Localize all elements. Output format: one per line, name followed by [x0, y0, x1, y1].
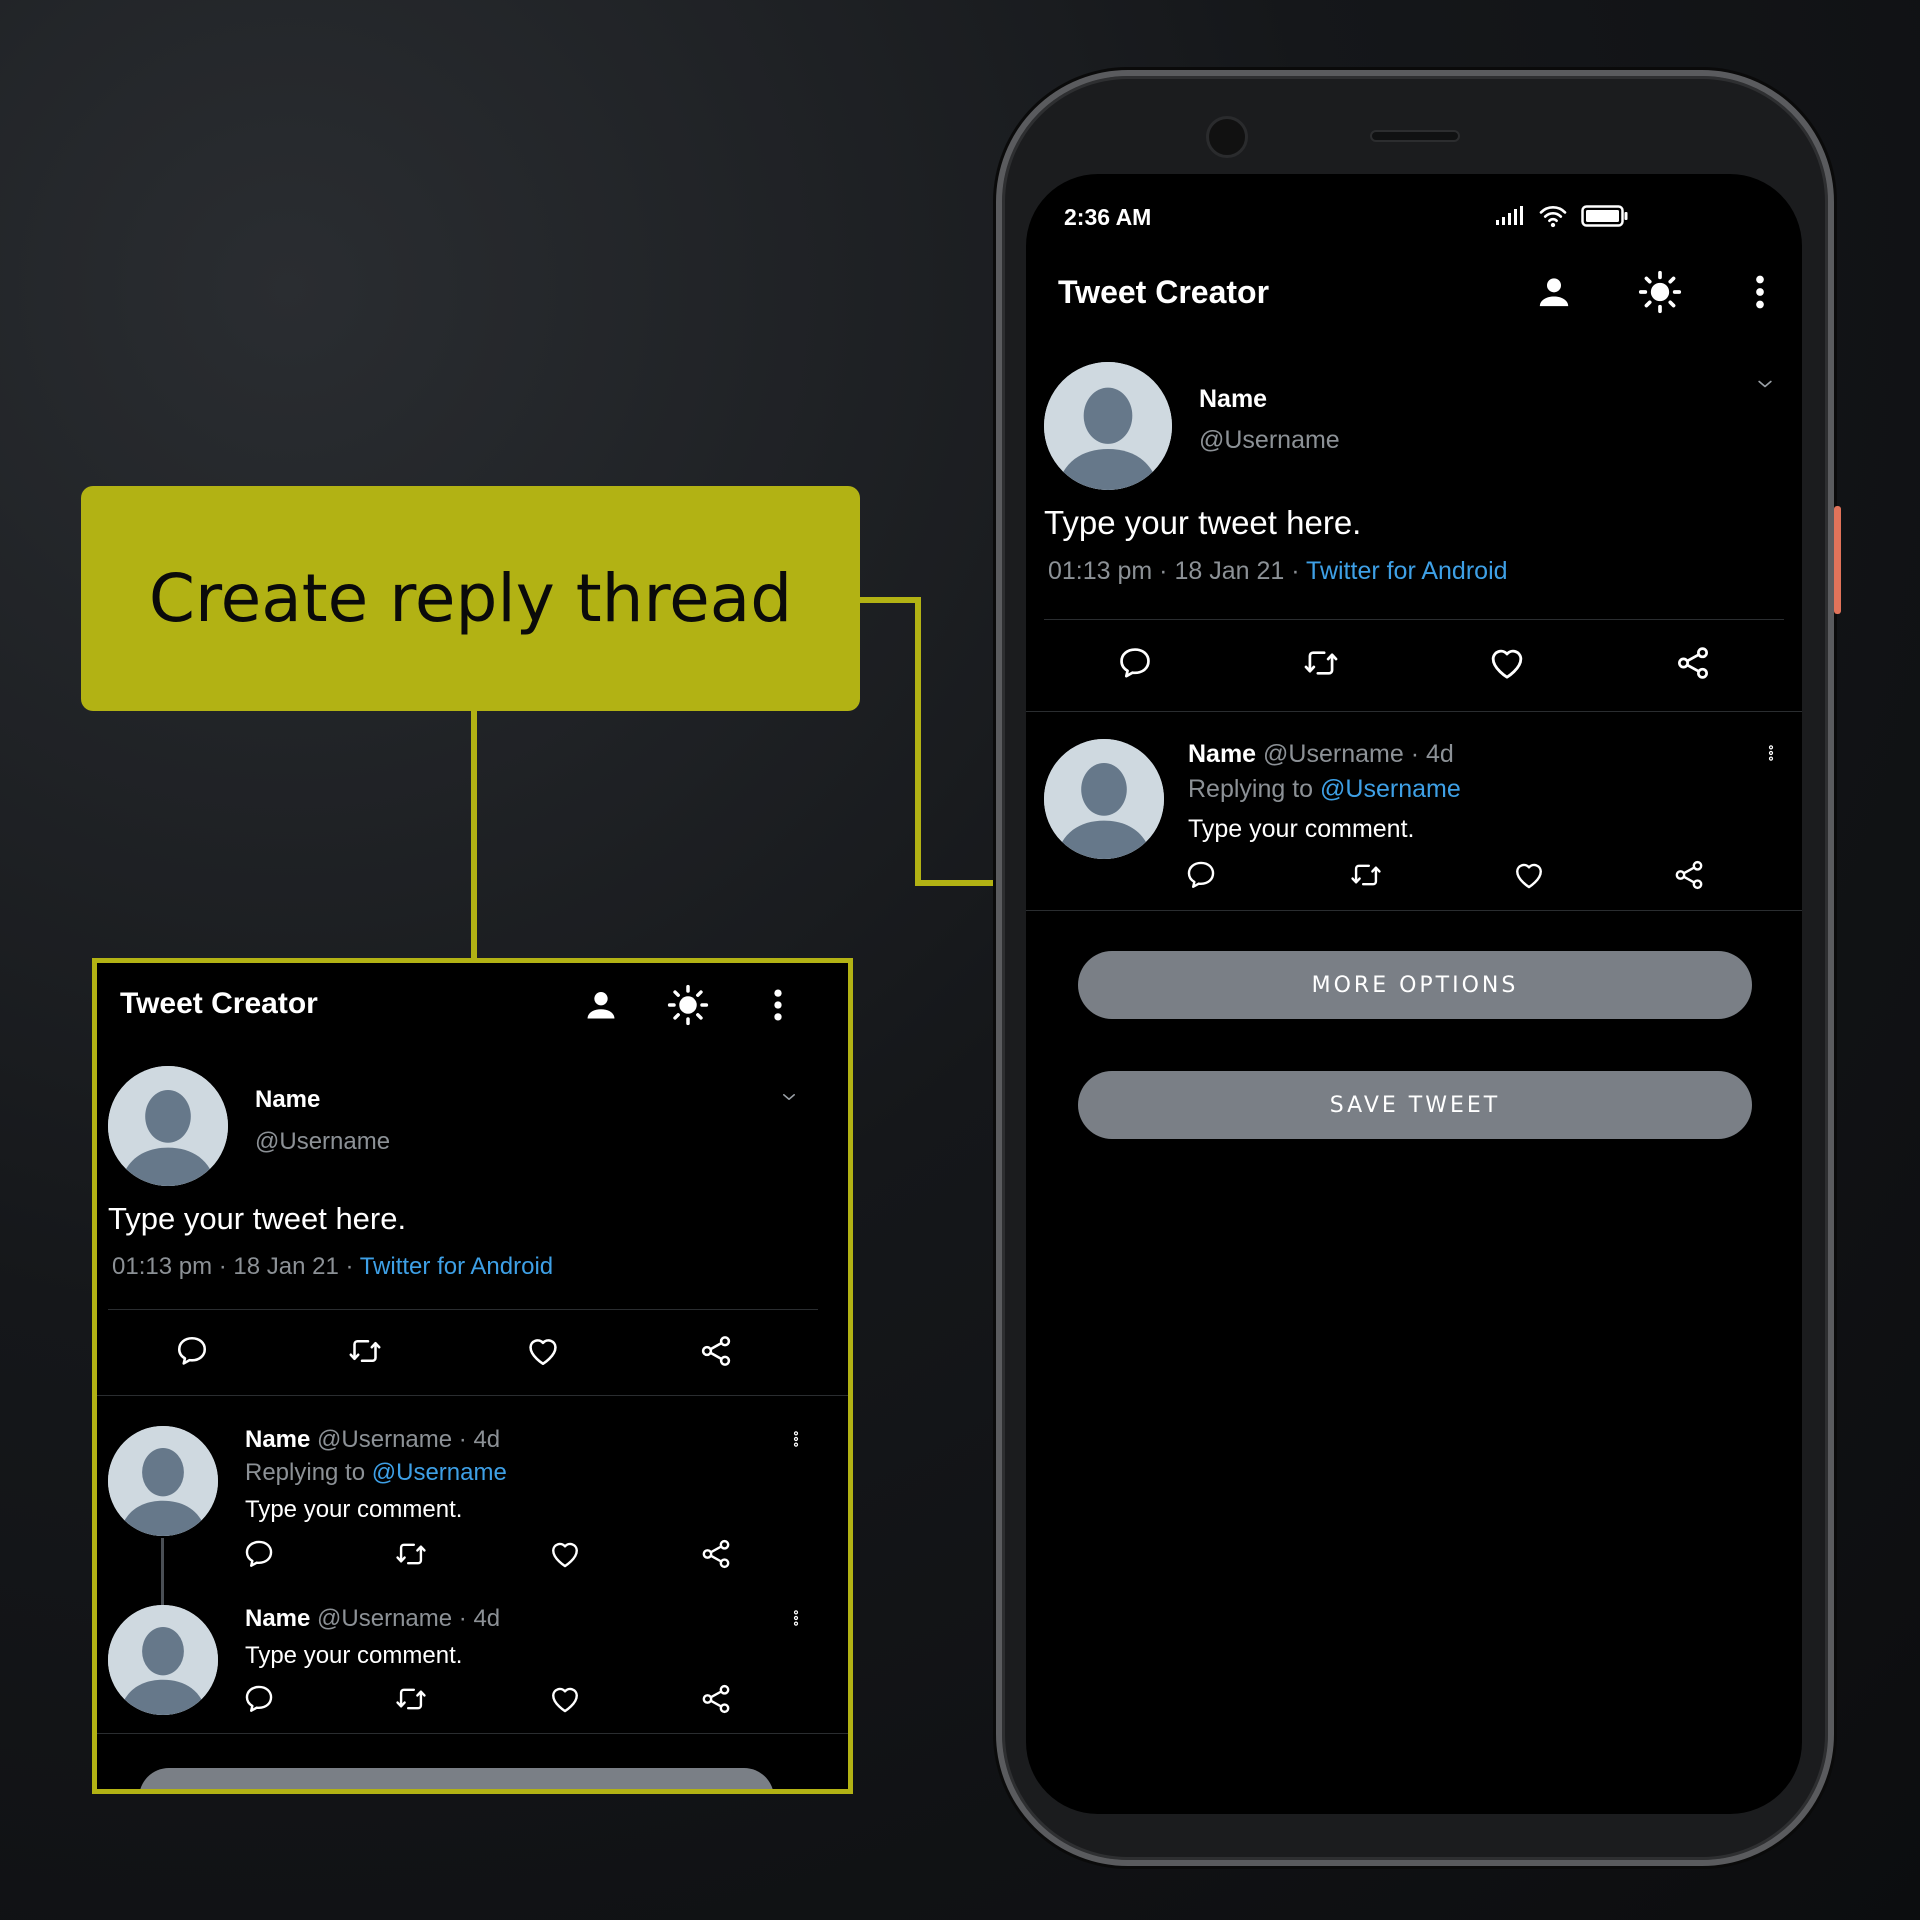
tweet-text[interactable]: Type your tweet here.	[1044, 504, 1361, 542]
divider	[1026, 910, 1802, 911]
reply-share-icon[interactable]	[1672, 858, 1706, 892]
reply-meta: @Username · 4d	[1263, 740, 1454, 768]
more-vert-icon[interactable]	[1740, 272, 1780, 312]
share-icon[interactable]	[1674, 644, 1712, 682]
app-title: Tweet Creator	[1058, 274, 1270, 310]
reply-comment-icon[interactable]	[1184, 858, 1218, 892]
like-icon[interactable]	[525, 1332, 561, 1370]
signal-icon	[1496, 206, 1526, 226]
battery-icon	[1580, 205, 1630, 227]
brightness-icon[interactable]	[1638, 270, 1682, 314]
reply-meta: @Username · 4d	[317, 1426, 501, 1453]
more-options-button[interactable]: MORE OPTIONS	[1078, 951, 1752, 1019]
share-icon[interactable]	[698, 1333, 734, 1369]
divider	[97, 1733, 848, 1734]
like-icon[interactable]	[1487, 643, 1527, 683]
person-icon[interactable]	[1534, 272, 1574, 312]
tweet-timestamp: 01:13 pm · 18 Jan 21 · Twitter for Andro…	[112, 1253, 553, 1281]
thread-preview-panel: Tweet Creator Name @Username Type your t…	[92, 958, 853, 1794]
tweet-text[interactable]: Type your tweet here.	[108, 1201, 406, 1237]
reply-header: Name @Username · 4d	[245, 1426, 500, 1454]
reply-more-icon[interactable]	[1762, 740, 1780, 766]
tweet-time: 01:13 pm · 18 Jan 21 ·	[1048, 557, 1307, 585]
chevron-down-icon[interactable]	[780, 1088, 798, 1106]
avatar	[108, 1426, 218, 1536]
comment-icon[interactable]	[1116, 644, 1154, 682]
tweet-username: @Username	[255, 1128, 391, 1155]
person-icon[interactable]	[582, 986, 620, 1024]
thread-retweet-icon[interactable]	[391, 1682, 431, 1716]
tweet-source[interactable]: Twitter for Android	[1306, 557, 1507, 585]
thread-reply-text[interactable]: Type your comment.	[245, 1642, 462, 1670]
thread-like-icon[interactable]	[548, 1681, 582, 1717]
tweet-time: 01:13 pm · 18 Jan 21 ·	[112, 1253, 360, 1280]
front-camera	[1206, 116, 1248, 158]
reply-more-icon[interactable]	[787, 1426, 805, 1452]
reply-retweet-icon[interactable]	[391, 1537, 431, 1571]
reply-comment-icon[interactable]	[242, 1537, 276, 1571]
tweet-name: Name	[1199, 385, 1268, 413]
replying-to: Replying to @Username	[245, 1459, 507, 1487]
thread-reply-meta: @Username · 4d	[317, 1605, 501, 1632]
reply-like-icon[interactable]	[1512, 857, 1546, 893]
thread-reply-more-icon[interactable]	[787, 1605, 805, 1631]
earpiece-speaker	[1370, 130, 1460, 142]
replying-to-handle[interactable]: @Username	[1320, 775, 1461, 803]
avatar	[1044, 739, 1164, 859]
replying-to: Replying to @Username	[1188, 775, 1461, 804]
replying-to-handle[interactable]: @Username	[372, 1459, 507, 1486]
thread-share-icon[interactable]	[699, 1682, 733, 1716]
reply-name: Name	[1188, 740, 1257, 768]
retweet-icon[interactable]	[1300, 644, 1342, 682]
brightness-icon[interactable]	[667, 984, 709, 1026]
thread-line	[161, 1538, 164, 1608]
callout-text: Create reply thread	[148, 560, 793, 637]
divider	[1026, 711, 1802, 712]
reply-like-icon[interactable]	[548, 1536, 582, 1572]
chevron-down-icon[interactable]	[1755, 374, 1775, 394]
reply-share-icon[interactable]	[699, 1537, 733, 1571]
thread-reply-header: Name @Username · 4d	[245, 1605, 500, 1633]
reply-retweet-icon[interactable]	[1346, 858, 1386, 892]
divider	[1044, 619, 1784, 620]
thread-comment-icon[interactable]	[242, 1682, 276, 1716]
reply-text[interactable]: Type your comment.	[245, 1496, 462, 1524]
avatar	[108, 1066, 228, 1186]
status-time: 2:36 AM	[1064, 204, 1152, 230]
reply-header: Name @Username · 4d	[1188, 740, 1454, 769]
tweet-name: Name	[255, 1086, 321, 1113]
comment-icon[interactable]	[174, 1333, 210, 1369]
phone-screen: 2:36 AM Tweet Creator Name @Username Typ…	[1026, 174, 1802, 1814]
save-tweet-button[interactable]: SAVE TWEET	[1078, 1071, 1752, 1139]
thread-reply-name: Name	[245, 1605, 311, 1632]
avatar	[108, 1605, 218, 1715]
replying-prefix: Replying to	[1188, 775, 1321, 803]
tweet-source[interactable]: Twitter for Android	[360, 1253, 553, 1280]
retweet-icon[interactable]	[345, 1333, 385, 1369]
reply-name: Name	[245, 1426, 311, 1453]
wifi-icon	[1538, 204, 1568, 228]
divider	[108, 1309, 818, 1310]
reply-text[interactable]: Type your comment.	[1188, 815, 1414, 844]
replying-prefix: Replying to	[245, 1459, 372, 1486]
more-options-button-partial[interactable]	[139, 1768, 774, 1789]
phone-side-button	[1834, 506, 1841, 614]
divider	[97, 1395, 848, 1396]
app-title: Tweet Creator	[120, 987, 318, 1020]
callout-box: Create reply thread	[81, 486, 860, 711]
tweet-username: @Username	[1199, 426, 1340, 454]
tweet-timestamp: 01:13 pm · 18 Jan 21 · Twitter for Andro…	[1048, 557, 1508, 586]
avatar	[1044, 362, 1172, 490]
more-vert-icon[interactable]	[759, 986, 797, 1024]
